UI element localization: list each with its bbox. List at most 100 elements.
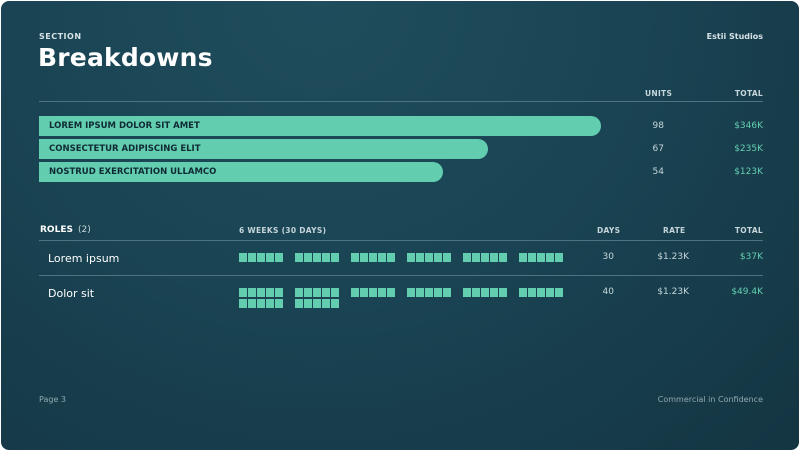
timeline-day-block	[304, 288, 312, 297]
timeline-week	[407, 288, 451, 297]
timeline-day-block	[490, 288, 498, 297]
role-days: 40	[602, 287, 614, 297]
timeline-day-block	[331, 253, 339, 262]
timeline-day-block	[537, 253, 545, 262]
timeline-day-block	[546, 288, 554, 297]
slide: SECTION Estii Studios Breakdowns UNITS T…	[1, 1, 799, 450]
roles-total-column-header: TOTAL	[734, 226, 763, 235]
timeline-day-block	[490, 253, 498, 262]
timeline-day-block	[275, 288, 283, 297]
timeline-day-block	[472, 253, 480, 262]
timeline-day-block	[257, 288, 265, 297]
timeline-week	[351, 288, 395, 297]
timeline-day-block	[434, 253, 442, 262]
breakdown-total: $123K	[734, 167, 763, 177]
timeline-day-block	[463, 288, 471, 297]
timeline-day-block	[304, 253, 312, 262]
timeline-day-block	[248, 299, 256, 308]
total-column-header: TOTAL	[734, 89, 763, 98]
timeline-day-block	[313, 299, 321, 308]
timeline-day-block	[537, 288, 545, 297]
timeline-day-block	[555, 288, 563, 297]
timeline-day-block	[369, 253, 377, 262]
breakdown-bar-label: CONSECTETUR ADIPISCING ELIT	[49, 144, 201, 154]
timeline-day-block	[443, 253, 451, 262]
timeline-day-block	[378, 288, 386, 297]
roles-count: (2)	[78, 225, 91, 235]
timeline-day-block	[555, 253, 563, 262]
timeline-day-block	[434, 288, 442, 297]
timeline-day-block	[463, 253, 471, 262]
timeline-day-block	[416, 253, 424, 262]
timeline-day-block	[519, 253, 527, 262]
timeline-week	[407, 253, 451, 262]
timeline-week	[463, 253, 507, 262]
role-total: $37K	[739, 252, 763, 262]
page-title: Breakdowns	[38, 43, 213, 72]
timeline-day-block	[528, 288, 536, 297]
timeline-day-block	[239, 288, 247, 297]
timeline-day-block	[443, 288, 451, 297]
timeline-week	[239, 299, 283, 308]
timeline-day-block	[425, 288, 433, 297]
roles-header-divider	[39, 240, 763, 241]
timeline-day-block	[304, 299, 312, 308]
timeline-day-block	[481, 253, 489, 262]
timeline-day-block	[378, 253, 386, 262]
timeline-day-block	[499, 253, 507, 262]
timeline-day-block	[257, 299, 265, 308]
timeline-day-block	[416, 288, 424, 297]
rate-column-header: RATE	[663, 226, 686, 235]
timeline-day-block	[546, 253, 554, 262]
timeline-day-block	[351, 288, 359, 297]
timeline-column-header: 6 WEEKS (30 DAYS)	[239, 226, 327, 235]
timeline-day-block	[322, 288, 330, 297]
page-number: Page 3	[39, 395, 66, 404]
timeline-day-block	[313, 288, 321, 297]
timeline-day-block	[331, 288, 339, 297]
breakdown-bar-3: NOSTRUD EXERCITATION ULLAMCO	[39, 162, 443, 182]
timeline-day-block	[387, 253, 395, 262]
timeline-week	[239, 253, 283, 262]
timeline-day-block	[248, 288, 256, 297]
role-row-divider	[39, 275, 763, 276]
timeline-week	[295, 288, 339, 297]
timeline-day-block	[266, 288, 274, 297]
timeline-day-block	[275, 299, 283, 308]
breakdown-total: $235K	[734, 144, 763, 154]
role-total: $49.4K	[731, 287, 763, 297]
timeline-day-block	[295, 288, 303, 297]
section-label: SECTION	[39, 32, 82, 41]
timeline-week	[351, 253, 395, 262]
timeline-week	[239, 288, 283, 297]
timeline-day-block	[322, 299, 330, 308]
timeline-week	[295, 299, 339, 308]
breakdown-bar-2: CONSECTETUR ADIPISCING ELIT	[39, 139, 488, 159]
timeline-day-block	[472, 288, 480, 297]
timeline-week	[295, 253, 339, 262]
timeline-day-block	[275, 253, 283, 262]
breakdown-bar-label: LOREM IPSUM DOLOR SIT AMET	[49, 121, 200, 131]
breakdown-units: 67	[652, 144, 664, 154]
timeline-day-block	[407, 288, 415, 297]
timeline-day-block	[407, 253, 415, 262]
timeline-day-block	[387, 288, 395, 297]
breakdown-units: 98	[652, 121, 664, 131]
confidentiality-note: Commercial in Confidence	[657, 395, 763, 404]
timeline-day-block	[360, 288, 368, 297]
timeline-day-block	[481, 288, 489, 297]
breakdown-bar-label: NOSTRUD EXERCITATION ULLAMCO	[49, 167, 217, 177]
breakdown-units: 54	[652, 167, 664, 177]
timeline-day-block	[499, 288, 507, 297]
timeline-day-block	[360, 253, 368, 262]
role-days: 30	[602, 252, 614, 262]
timeline-day-block	[369, 288, 377, 297]
role-name: Lorem ipsum	[48, 252, 120, 265]
timeline-day-block	[295, 299, 303, 308]
timeline-week	[519, 288, 563, 297]
units-column-header: UNITS	[645, 89, 673, 98]
timeline-day-block	[322, 253, 330, 262]
timeline-day-block	[257, 253, 265, 262]
timeline-day-block	[239, 299, 247, 308]
role-rate: $1.23K	[657, 252, 689, 262]
